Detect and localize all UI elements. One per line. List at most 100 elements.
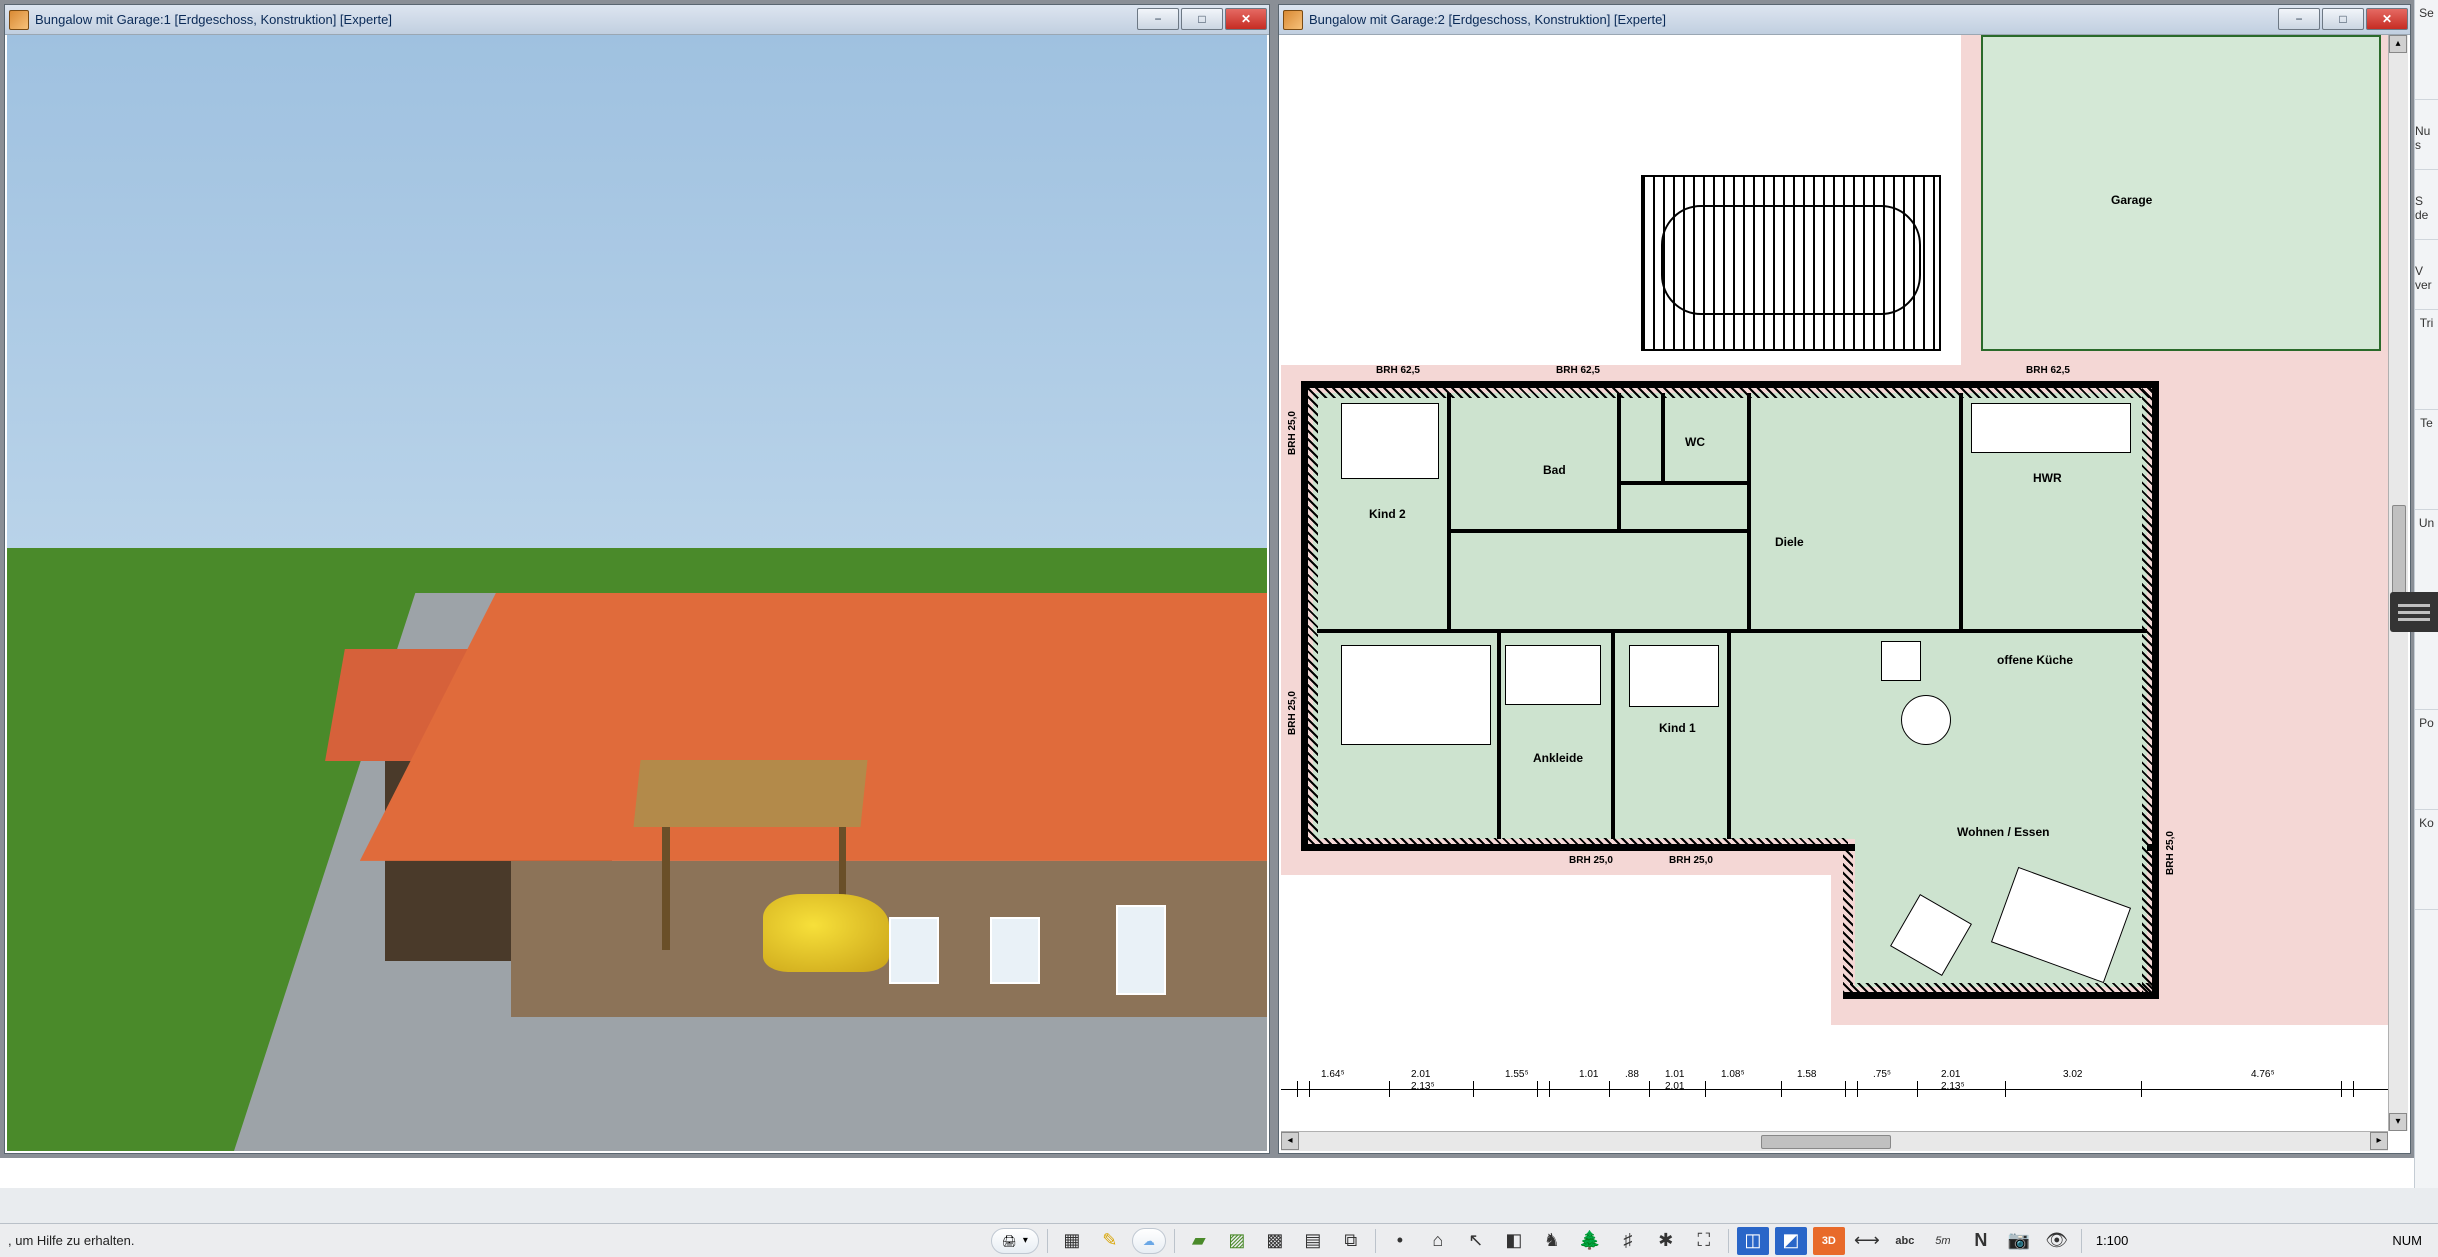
- wall-bad-left: [1617, 393, 1621, 533]
- brh-right-1: BRH 25,0: [2165, 831, 2176, 875]
- plan-hscroll-thumb[interactable]: [1761, 1135, 1891, 1149]
- minimize-button[interactable]: −: [2278, 8, 2320, 30]
- dim-10: .75⁵: [1873, 1069, 1891, 1080]
- sky: [7, 35, 1267, 548]
- rs-item-ko[interactable]: Ko: [2415, 810, 2438, 910]
- chair-button[interactable]: ♞: [1536, 1227, 1568, 1255]
- scroll-left-arrow-icon[interactable]: ◂: [1281, 1132, 1299, 1150]
- grid-toggle-button[interactable]: ▦: [1056, 1227, 1088, 1255]
- terrain-button[interactable]: ▰: [1183, 1227, 1215, 1255]
- toolbar-separator: [1047, 1229, 1048, 1253]
- window-3d-1: [889, 917, 939, 984]
- label-wc: WC: [1685, 435, 1705, 449]
- copy-button[interactable]: ⧉: [1335, 1227, 1367, 1255]
- toolbar-separator: [1728, 1229, 1729, 1253]
- viewport-3d[interactable]: [7, 35, 1267, 1151]
- plan-vscrollbar[interactable]: ▴ ▾: [2388, 35, 2408, 1131]
- cube-button[interactable]: ◧: [1498, 1227, 1530, 1255]
- scroll-up-arrow-icon[interactable]: ▴: [2389, 35, 2407, 53]
- right-panel-expand-handle[interactable]: [2390, 592, 2438, 632]
- viewport-plan[interactable]: Garage BRH 62,5 BRH 62,5 BRH 62,5: [1281, 35, 2408, 1151]
- text-button[interactable]: abc: [1889, 1227, 1921, 1255]
- figure-button[interactable]: ✱: [1650, 1227, 1682, 1255]
- window-floor-plan: Bungalow mit Garage:2 [Erdgeschoss, Kons…: [1278, 4, 2411, 1154]
- rs-item-nu[interactable]: Nu s: [2415, 100, 2438, 170]
- sky-pill[interactable]: ☁: [1132, 1228, 1166, 1254]
- furn-hwr-counter: [1971, 403, 2131, 453]
- rs-item-v[interactable]: V ver: [2415, 240, 2438, 310]
- eye-button[interactable]: 👁: [2041, 1227, 2073, 1255]
- abc-icon: abc: [1895, 1235, 1914, 1247]
- dim-6: 1.01: [1665, 1069, 1684, 1080]
- rs-item-te[interactable]: Te: [2415, 410, 2438, 510]
- tree-button[interactable]: 🌲: [1574, 1227, 1606, 1255]
- view-2d-button[interactable]: ◫: [1737, 1227, 1769, 1255]
- cube-icon: ◧: [1505, 1230, 1522, 1251]
- house-plan-button[interactable]: ⌂: [1422, 1227, 1454, 1255]
- scroll-right-arrow-icon[interactable]: ▸: [2370, 1132, 2388, 1150]
- view-alt-button[interactable]: ◩: [1775, 1227, 1807, 1255]
- carport-roof: [633, 760, 867, 827]
- dim-2b: 2.13⁵: [1411, 1081, 1435, 1092]
- garage-area: [1981, 35, 2381, 351]
- dimension-button[interactable]: ⟷: [1851, 1227, 1883, 1255]
- num-lock-indicator: NUM: [2386, 1233, 2428, 1248]
- camera-button[interactable]: 📷: [2003, 1227, 2035, 1255]
- title-bar-3d[interactable]: Bungalow mit Garage:1 [Erdgeschoss, Kons…: [5, 5, 1269, 35]
- dim-11: 2.01: [1941, 1069, 1960, 1080]
- measure-button[interactable]: 5m: [1927, 1227, 1959, 1255]
- mdi-workspace: Bungalow mit Garage:1 [Erdgeschoss, Kons…: [0, 0, 2438, 1188]
- pages-button[interactable]: ▤: [1297, 1227, 1329, 1255]
- pencil-button[interactable]: ✎: [1094, 1227, 1126, 1255]
- rs-item-se[interactable]: Se: [2415, 0, 2438, 100]
- rs-item-s[interactable]: S de: [2415, 170, 2438, 240]
- copy-icon: ⧉: [1344, 1230, 1357, 1251]
- maximize-button[interactable]: □: [2322, 8, 2364, 30]
- maximize-tool-button[interactable]: ⛶: [1688, 1227, 1720, 1255]
- label-hwr: HWR: [2033, 471, 2062, 485]
- scale-display[interactable]: 1:100: [2090, 1233, 2135, 1248]
- wall-schlafen-right: [1497, 631, 1501, 839]
- select-arrow-icon: ↖: [1468, 1230, 1483, 1251]
- select-button[interactable]: ↖: [1460, 1227, 1492, 1255]
- dimension-icon: ⟷: [1854, 1230, 1880, 1251]
- print-pill[interactable]: 🖨 ▾: [991, 1228, 1039, 1254]
- point-button[interactable]: •: [1384, 1227, 1416, 1255]
- view-3d-button[interactable]: 3D: [1813, 1227, 1845, 1255]
- plan-canvas[interactable]: Garage BRH 62,5 BRH 62,5 BRH 62,5: [1281, 35, 2408, 1151]
- dimension-row: 1.64⁵ 2.01 2.13⁵ 1.55⁵ 1.01 .88 1.01 2.0…: [1281, 1065, 2388, 1115]
- plan-hscrollbar[interactable]: ◂ ▸: [1281, 1131, 2388, 1151]
- chair-icon: ♞: [1544, 1230, 1560, 1251]
- terrace-table: [1661, 205, 1921, 315]
- wall-wc-bottom: [1617, 481, 1747, 485]
- label-ankleide: Ankleide: [1533, 751, 1583, 765]
- close-button[interactable]: ✕: [1225, 8, 1267, 30]
- close-button[interactable]: ✕: [2366, 8, 2408, 30]
- scroll-down-arrow-icon[interactable]: ▾: [2389, 1113, 2407, 1131]
- dim-13: 4.76⁵: [2251, 1069, 2275, 1080]
- carport-post-1: [662, 827, 670, 950]
- app-file-icon: [9, 10, 29, 30]
- minimize-button[interactable]: −: [1137, 8, 1179, 30]
- hatch-diag-button[interactable]: ▨: [1221, 1227, 1253, 1255]
- wall-wc-left: [1661, 393, 1665, 483]
- brh-left-2: BRH 25,0: [1287, 691, 1298, 735]
- hatch-diag-icon: ▨: [1228, 1230, 1245, 1251]
- rs-item-po[interactable]: Po: [2415, 710, 2438, 810]
- dim-5: .88: [1625, 1069, 1639, 1080]
- title-bar-plan[interactable]: Bungalow mit Garage:2 [Erdgeschoss, Kons…: [1279, 5, 2410, 35]
- view-2d-icon: ◫: [1744, 1230, 1761, 1251]
- chevron-down-icon: ▾: [1023, 1235, 1028, 1246]
- dim-1: 1.64⁵: [1321, 1069, 1345, 1080]
- tree-icon: 🌲: [1579, 1230, 1601, 1251]
- dim-11b: 2.13⁵: [1941, 1081, 1965, 1092]
- hatch-cross-button[interactable]: ▩: [1259, 1227, 1291, 1255]
- brh-bot-2: BRH 25,0: [1669, 855, 1713, 866]
- cloud-icon: ☁: [1143, 1234, 1155, 1248]
- fence-button[interactable]: ♯: [1612, 1227, 1644, 1255]
- toolbar-separator: [2081, 1229, 2082, 1253]
- maximize-button[interactable]: □: [1181, 8, 1223, 30]
- rs-item-tri[interactable]: Tri: [2415, 310, 2438, 410]
- label-diele: Diele: [1775, 535, 1804, 549]
- compass-button[interactable]: N: [1965, 1227, 1997, 1255]
